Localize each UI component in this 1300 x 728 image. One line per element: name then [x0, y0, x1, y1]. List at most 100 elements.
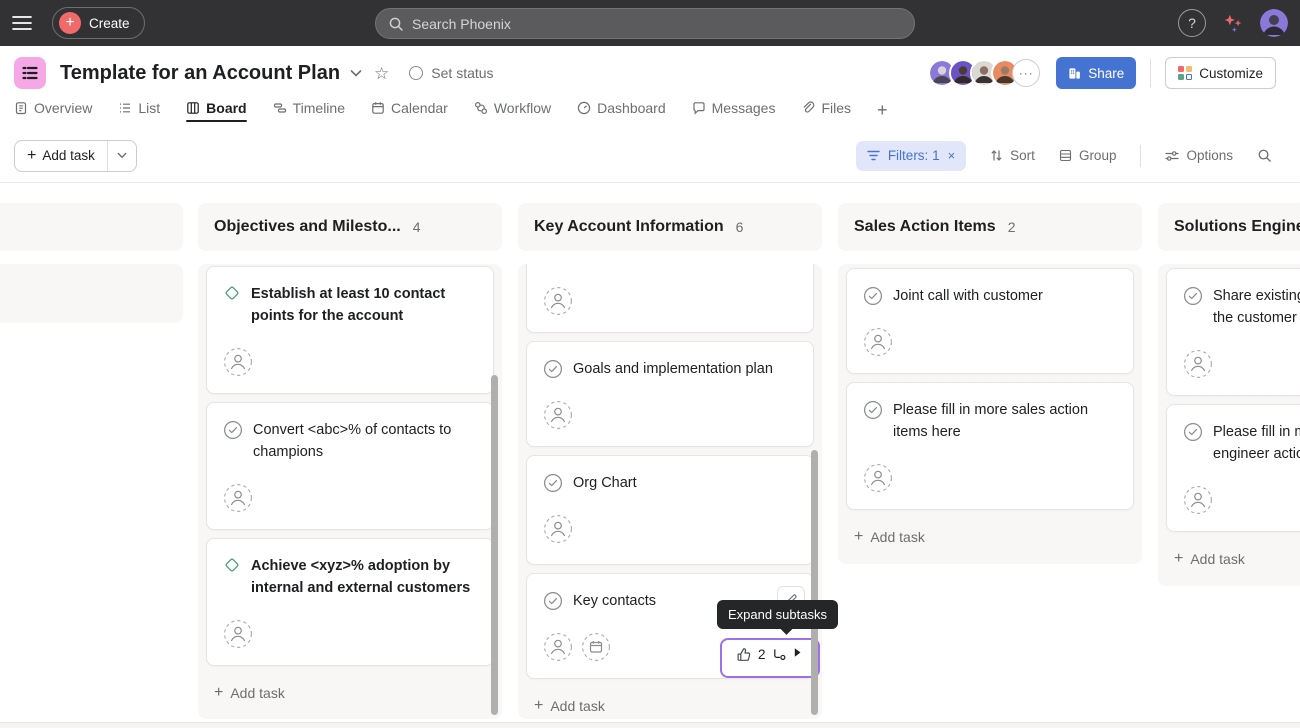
tab-label: List	[138, 100, 160, 116]
task-card[interactable]: Establish at least 10 contact points for…	[206, 266, 494, 394]
column-header[interactable]: Sales Action Items 2	[838, 203, 1142, 251]
task-complete-icon[interactable]	[863, 286, 883, 307]
column-add-task-button[interactable]: + Add task	[846, 518, 1134, 556]
task-complete-icon[interactable]	[1183, 286, 1203, 329]
column-header[interactable]: Key Account Information 6	[518, 203, 822, 251]
milestone-icon[interactable]	[223, 556, 241, 599]
assignee-placeholder-icon[interactable]	[543, 514, 573, 544]
task-card[interactable]: Convert <abc>% of contacts to champions	[206, 402, 494, 530]
ai-sparkles-icon[interactable]	[1222, 12, 1244, 34]
create-button[interactable]: + Create	[52, 7, 145, 39]
tab-messages[interactable]: Messages	[692, 100, 776, 124]
tab-dashboard[interactable]: Dashboard	[577, 100, 666, 124]
milestone-icon[interactable]	[223, 284, 241, 327]
column-add-task-button[interactable]: + Add task	[1166, 540, 1300, 578]
plus-icon: +	[534, 697, 543, 715]
task-card[interactable]: Goals and implementation plan	[526, 341, 814, 447]
task-card[interactable]: Org Chart	[526, 455, 814, 565]
column-header[interactable]: Solutions Enginee	[1158, 203, 1300, 251]
task-title-line: engineer action it	[1213, 443, 1300, 465]
assignee-placeholder-icon[interactable]	[543, 286, 573, 316]
task-title: Key contacts	[573, 590, 656, 612]
column-solutions-engineer: Solutions Enginee Share existing the cus…	[1158, 203, 1300, 586]
favorite-star-icon[interactable]: ☆	[374, 65, 389, 82]
task-complete-icon[interactable]	[543, 473, 563, 494]
column-title: Key Account Information	[534, 218, 724, 236]
clear-filters-icon[interactable]: ×	[948, 148, 956, 163]
group-button[interactable]: Group	[1059, 148, 1117, 163]
column-header[interactable]: Objectives and Milesto... 4	[198, 203, 502, 251]
task-card-key-contacts[interactable]: Key contacts 2	[526, 573, 814, 679]
task-title: Goals and implementation plan	[573, 358, 773, 380]
search-icon	[388, 16, 404, 32]
share-button[interactable]: Share	[1056, 57, 1136, 89]
more-members-button[interactable]: ···	[1012, 59, 1040, 87]
column-scrollbar[interactable]	[811, 450, 818, 715]
set-status-button[interactable]: Set status	[409, 65, 493, 81]
sort-button[interactable]: Sort	[990, 148, 1035, 163]
tab-add[interactable]: +	[877, 100, 888, 129]
view-tabs: Overview List Board Timeline Calendar Wo…	[0, 100, 1300, 129]
task-complete-icon[interactable]	[1183, 422, 1203, 465]
task-card[interactable]: Joint call with customer	[846, 268, 1134, 374]
task-complete-icon[interactable]	[863, 400, 883, 443]
tab-timeline[interactable]: Timeline	[273, 100, 345, 124]
add-task-dropdown[interactable]	[107, 141, 136, 171]
search-tasks-button[interactable]	[1257, 148, 1272, 163]
assignee-placeholder-icon[interactable]	[543, 632, 573, 662]
filters-chip[interactable]: Filters: 1 ×	[856, 141, 966, 171]
chevron-down-icon[interactable]	[350, 69, 362, 77]
assignee-placeholder-icon[interactable]	[543, 400, 573, 430]
tab-board[interactable]: Board	[186, 100, 246, 124]
column-add-task-button[interactable]: + Add task	[526, 687, 814, 725]
assignee-placeholder-icon[interactable]	[223, 347, 253, 377]
status-circle-icon	[409, 66, 423, 80]
tab-label: Workflow	[494, 100, 551, 116]
help-button[interactable]: ?	[1178, 9, 1206, 37]
column-partial-left	[0, 203, 183, 323]
add-task-button[interactable]: + Add task	[14, 140, 137, 172]
due-date-placeholder-icon[interactable]	[581, 632, 611, 662]
task-complete-icon[interactable]	[223, 420, 243, 463]
task-complete-icon[interactable]	[543, 591, 563, 612]
expand-subtasks-toggle[interactable]: 2	[720, 638, 820, 678]
tab-workflow[interactable]: Workflow	[474, 100, 551, 124]
column-body: Share existing the customer Please	[1158, 264, 1300, 586]
task-card-clipped[interactable]	[526, 264, 814, 333]
task-card[interactable]: Achieve <xyz>% adoption by internal and …	[206, 538, 494, 666]
task-card[interactable]: Please fill in m engineer action it	[1166, 404, 1300, 532]
add-tab-icon: +	[877, 100, 888, 121]
column-body: Joint call with customer Please fill in …	[838, 264, 1142, 564]
task-card[interactable]: Please fill in more sales action items h…	[846, 382, 1134, 510]
search-input[interactable]	[412, 16, 902, 32]
assignee-placeholder-icon[interactable]	[1183, 485, 1213, 515]
search-bar[interactable]	[375, 8, 915, 39]
task-complete-icon[interactable]	[543, 359, 563, 380]
column-count: 2	[1008, 219, 1016, 235]
column-scrollbar[interactable]	[491, 375, 498, 715]
tab-files[interactable]: Files	[801, 100, 851, 124]
user-avatar[interactable]	[1260, 9, 1288, 37]
assignee-placeholder-icon[interactable]	[1183, 349, 1213, 379]
project-header: Template for an Account Plan ☆ Set statu…	[0, 46, 1300, 100]
create-plus-icon: +	[59, 12, 81, 34]
project-icon[interactable]	[14, 57, 46, 89]
customize-grid-icon	[1178, 66, 1192, 80]
options-button[interactable]: Options	[1165, 148, 1233, 163]
customize-button[interactable]: Customize	[1165, 57, 1276, 89]
task-card[interactable]: Share existing the customer	[1166, 268, 1300, 396]
column-add-task-button[interactable]: + Add task	[206, 674, 494, 712]
assignee-placeholder-icon[interactable]	[223, 483, 253, 513]
assignee-placeholder-icon[interactable]	[863, 463, 893, 493]
tab-calendar[interactable]: Calendar	[371, 100, 448, 124]
assignee-placeholder-icon[interactable]	[863, 327, 893, 357]
thumbs-up-icon[interactable]	[736, 647, 752, 663]
task-title-line: Please fill in m	[1213, 421, 1300, 443]
hamburger-menu-icon[interactable]	[0, 0, 44, 46]
column-header[interactable]	[0, 203, 183, 251]
tab-label: Calendar	[391, 100, 448, 116]
tab-overview[interactable]: Overview	[14, 100, 92, 124]
assignee-placeholder-icon[interactable]	[223, 619, 253, 649]
column-count: 4	[413, 219, 421, 235]
tab-list[interactable]: List	[118, 100, 160, 124]
